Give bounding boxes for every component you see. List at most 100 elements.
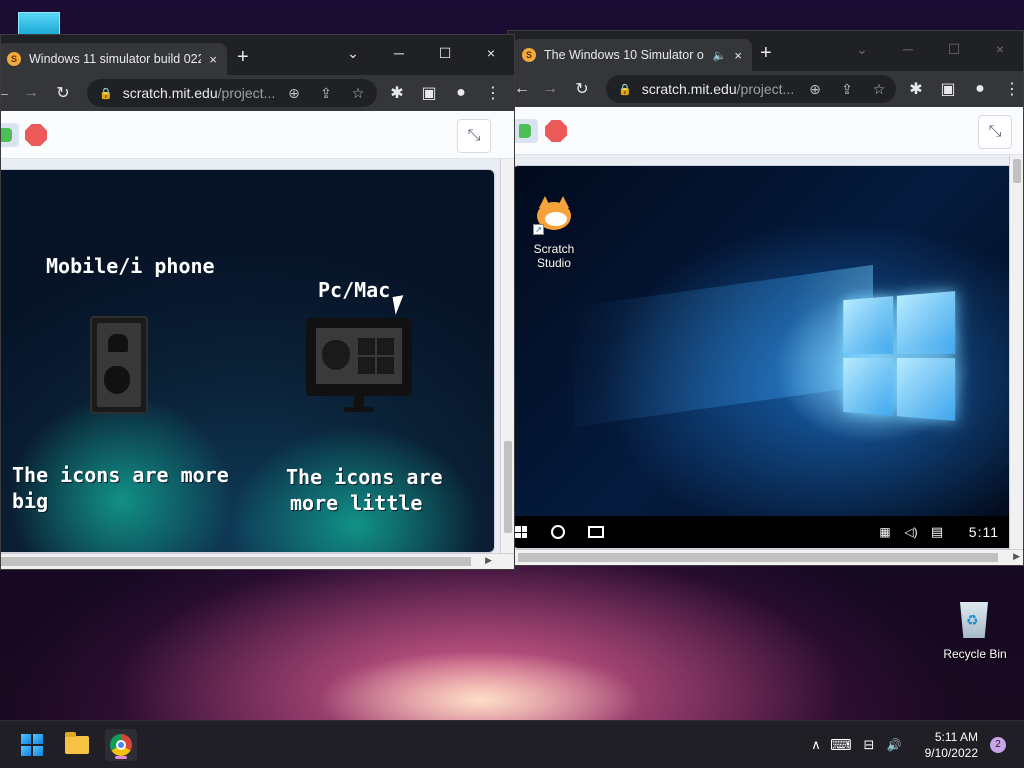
tab-title: Windows 11 simulator build 022… bbox=[29, 52, 202, 66]
scratch-studio-label[interactable]: Scratch Studio bbox=[519, 242, 589, 270]
win10-taskbar: ▦ ◁) ▤ 5:11 bbox=[513, 516, 1013, 548]
url-domain: scratch.mit.edu bbox=[641, 81, 737, 97]
windows-logo-icon bbox=[358, 338, 394, 374]
apple-icon bbox=[322, 340, 350, 370]
close-window-button[interactable]: × bbox=[977, 31, 1023, 67]
close-tab-icon[interactable]: × bbox=[209, 52, 217, 67]
volume-icon[interactable]: 🔊 bbox=[882, 738, 906, 752]
network-icon[interactable]: ▦ bbox=[875, 523, 895, 541]
system-tray: ∧ ⌨ ⊟ 🔊 bbox=[806, 721, 906, 768]
profile-icon[interactable]: ● bbox=[449, 81, 473, 105]
keyboard-icon[interactable]: ⌨ bbox=[826, 736, 856, 754]
scratch-studio-icon[interactable]: ↗ bbox=[533, 196, 573, 236]
star-icon[interactable]: ☆ bbox=[868, 79, 890, 99]
clock-date: 9/10/2022 bbox=[924, 746, 978, 760]
side-panel-icon[interactable]: ▣ bbox=[417, 81, 441, 105]
tab-windows11-simulator[interactable]: S Windows 11 simulator build 022… × bbox=[1, 43, 227, 75]
lock-icon: 🔒 bbox=[618, 83, 632, 96]
minimize-button[interactable]: ─ bbox=[376, 35, 422, 71]
new-tab-button[interactable]: + bbox=[237, 45, 249, 69]
forward-icon[interactable]: → bbox=[19, 81, 43, 105]
extensions-icon[interactable]: ✱ bbox=[904, 77, 928, 101]
chevron-down-icon[interactable]: ⌄ bbox=[330, 35, 376, 71]
network-icon[interactable]: ⊟ bbox=[856, 737, 882, 753]
action-center-icon[interactable]: ▤ bbox=[927, 523, 947, 541]
reload-icon[interactable]: ↻ bbox=[570, 77, 594, 101]
menu-icon[interactable]: ⋮ bbox=[481, 81, 505, 105]
window-controls: ⌄ ─ ☐ × bbox=[839, 31, 1023, 67]
side-panel-icon[interactable]: ▣ bbox=[936, 77, 960, 101]
profile-icon[interactable]: ● bbox=[968, 77, 992, 101]
chevron-down-icon[interactable]: ⌄ bbox=[839, 31, 885, 67]
star-icon[interactable]: ☆ bbox=[347, 83, 369, 103]
stop-button[interactable] bbox=[545, 120, 567, 142]
scratch-stage[interactable]: ↗ Scratch Studio ▦ ◁) ▤ 5:11 bbox=[512, 165, 1014, 549]
stop-button[interactable] bbox=[25, 124, 47, 146]
exit-fullscreen-button[interactable]: ⤡ bbox=[978, 115, 1012, 149]
folder-icon bbox=[65, 732, 89, 754]
lock-icon: 🔒 bbox=[99, 87, 113, 100]
forward-icon[interactable]: → bbox=[538, 77, 562, 101]
task-view-icon[interactable] bbox=[585, 523, 607, 541]
green-flag-button[interactable] bbox=[1, 123, 19, 147]
scratch-favicon: S bbox=[7, 52, 21, 66]
scroll-right-arrow-icon[interactable]: ▶ bbox=[1013, 551, 1020, 562]
speaker-icon[interactable]: 🔈 bbox=[713, 49, 727, 62]
pc-caption: The icons are more little bbox=[286, 465, 443, 515]
url-path: /project... bbox=[736, 81, 795, 97]
tab-windows10-simulator[interactable]: S The Windows 10 Simulator o 🔈 × bbox=[512, 39, 752, 71]
start-button[interactable] bbox=[16, 729, 48, 761]
vertical-scrollbar[interactable] bbox=[1009, 155, 1023, 565]
back-icon[interactable]: ← bbox=[1, 81, 15, 105]
mobile-heading: Mobile/i phone bbox=[46, 254, 215, 278]
browser-window-win10-sim[interactable]: S The Windows 10 Simulator o 🔈 × + ⌄ ─ ☐… bbox=[507, 30, 1024, 566]
share-icon[interactable]: ⇪ bbox=[315, 83, 337, 103]
horizontal-scrollbar[interactable]: ▶ bbox=[508, 549, 1023, 565]
url-path: /project... bbox=[217, 85, 276, 101]
scroll-right-arrow-icon[interactable]: ▶ bbox=[485, 555, 492, 566]
menu-icon[interactable]: ⋮ bbox=[1000, 77, 1023, 101]
minimize-button[interactable]: ─ bbox=[885, 31, 931, 67]
chevron-up-icon[interactable]: ∧ bbox=[806, 737, 826, 753]
reload-icon[interactable]: ↻ bbox=[51, 81, 75, 105]
recycle-bin-label[interactable]: Recycle Bin bbox=[936, 647, 1014, 661]
tab-strip: S Windows 11 simulator build 022… × + ⌄ … bbox=[1, 35, 514, 75]
scratch-player-bar: ⤡ bbox=[508, 107, 1023, 155]
green-flag-button[interactable] bbox=[512, 119, 538, 143]
address-bar[interactable]: 🔒 scratch.mit.edu /project... ⊕ ⇪ ☆ bbox=[606, 75, 896, 103]
browser-window-win11-sim[interactable]: S Windows 11 simulator build 022… × + ⌄ … bbox=[0, 34, 515, 570]
zoom-icon[interactable]: ⊕ bbox=[283, 83, 305, 103]
page-content: ⤡ Mobile/i phone Pc/Mac The icons are mo… bbox=[1, 111, 514, 569]
maximize-button[interactable]: ☐ bbox=[931, 31, 977, 67]
maximize-button[interactable]: ☐ bbox=[422, 35, 468, 71]
tab-strip: S The Windows 10 Simulator o 🔈 × + ⌄ ─ ☐… bbox=[508, 31, 1023, 71]
recycle-bin-icon[interactable]: ♻ bbox=[958, 598, 990, 638]
vertical-scrollbar[interactable] bbox=[500, 159, 514, 555]
close-tab-icon[interactable]: × bbox=[734, 48, 742, 63]
close-window-button[interactable]: × bbox=[468, 35, 514, 71]
taskbar-clock[interactable]: 5:11 AM 9/10/2022 bbox=[925, 729, 978, 761]
scratch-favicon: S bbox=[522, 48, 536, 62]
browser-toolbar: ← → ↻ 🔒 scratch.mit.edu /project... ⊕ ⇪ … bbox=[508, 71, 1023, 107]
win10-clock: 5:11 bbox=[968, 524, 999, 540]
volume-icon[interactable]: ◁) bbox=[901, 523, 921, 541]
scratch-stage[interactable]: Mobile/i phone Pc/Mac The icons are more bbox=[1, 169, 495, 553]
file-explorer-button[interactable] bbox=[61, 729, 93, 761]
chrome-taskbar-button[interactable] bbox=[105, 729, 137, 761]
address-bar[interactable]: 🔒 scratch.mit.edu /project... ⊕ ⇪ ☆ bbox=[87, 79, 377, 107]
new-tab-button[interactable]: + bbox=[760, 41, 772, 65]
exit-fullscreen-button[interactable]: ⤡ bbox=[457, 119, 491, 153]
cortana-circle-icon[interactable] bbox=[549, 523, 567, 541]
page-content: ⤡ ↗ Scratch Studio ▦ ◁) ▤ 5:11 ▶ bbox=[508, 107, 1023, 565]
monitor-illustration bbox=[306, 318, 412, 412]
desktop-folder-icon[interactable] bbox=[18, 12, 60, 36]
shortcut-arrow-icon: ↗ bbox=[533, 224, 544, 235]
share-icon[interactable]: ⇪ bbox=[836, 79, 858, 99]
notification-badge[interactable]: 2 bbox=[990, 737, 1006, 753]
recycle-symbol-icon: ♻ bbox=[966, 612, 979, 628]
zoom-icon[interactable]: ⊕ bbox=[804, 79, 826, 99]
extensions-icon[interactable]: ✱ bbox=[385, 81, 409, 105]
win10-start-icon[interactable] bbox=[513, 523, 529, 541]
horizontal-scrollbar[interactable]: ▶ bbox=[1, 553, 514, 569]
pc-mac-heading: Pc/Mac bbox=[318, 278, 391, 302]
